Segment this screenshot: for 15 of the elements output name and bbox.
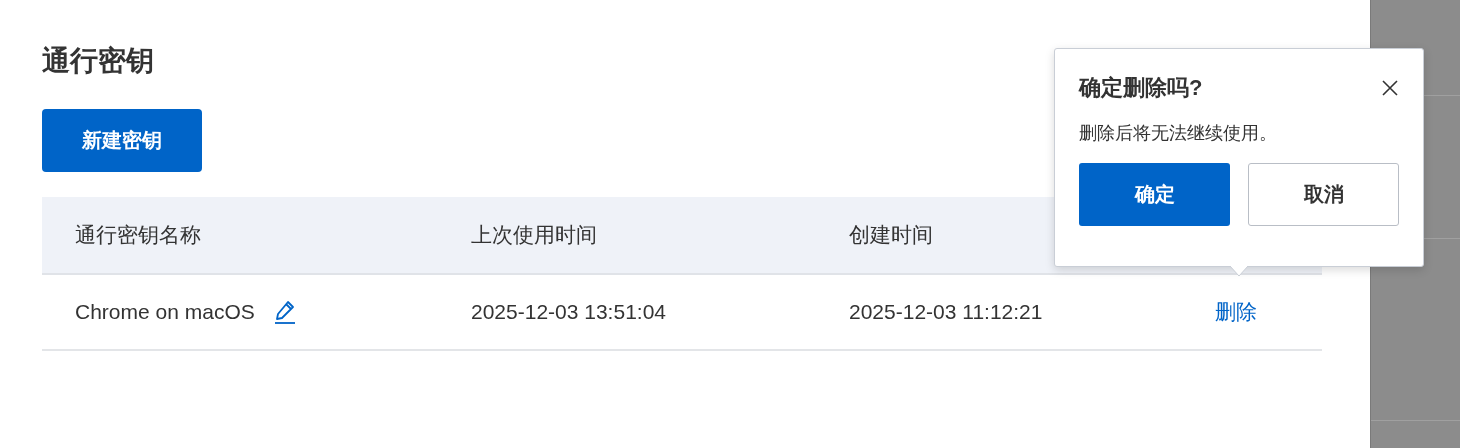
- table-cell: 2025-12-03 11:12:21: [849, 300, 1043, 324]
- close-icon[interactable]: [1381, 79, 1399, 97]
- table-cell: Chrome on macOS: [75, 300, 255, 324]
- confirm-button[interactable]: 确定: [1079, 163, 1230, 226]
- column-header: 创建时间: [849, 222, 933, 248]
- column-header: 通行密钥名称: [75, 222, 201, 248]
- edit-icon[interactable]: [272, 299, 297, 325]
- popover-message: 删除后将无法继续使用。: [1079, 122, 1278, 145]
- popover-title: 确定删除吗?: [1079, 74, 1203, 102]
- new-key-button[interactable]: 新建密钥: [42, 109, 202, 172]
- table-cell: 2025-12-03 13:51:04: [471, 300, 666, 324]
- delete-link[interactable]: 删除: [1215, 298, 1257, 326]
- page-title: 通行密钥: [42, 44, 155, 78]
- cancel-button[interactable]: 取消: [1248, 163, 1399, 226]
- column-header: 上次使用时间: [471, 222, 597, 248]
